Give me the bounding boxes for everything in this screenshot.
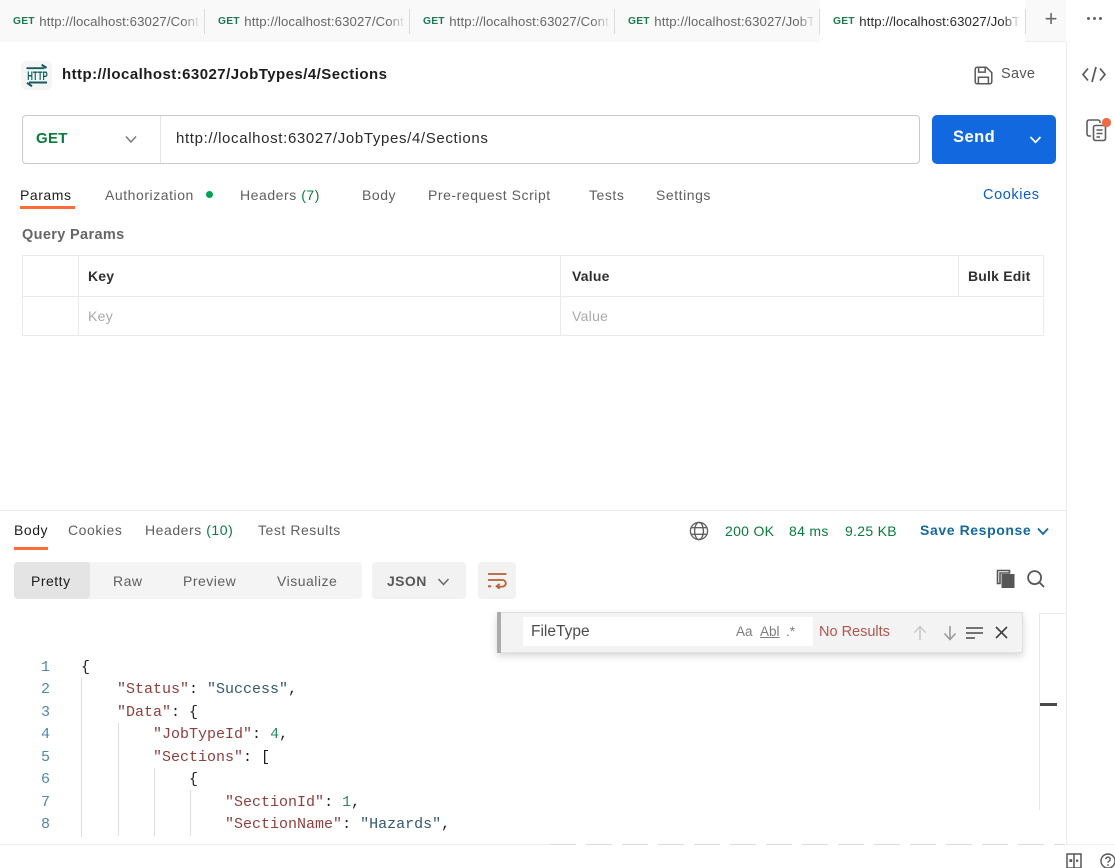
svg-text:HTTP: HTTP bbox=[27, 70, 48, 83]
